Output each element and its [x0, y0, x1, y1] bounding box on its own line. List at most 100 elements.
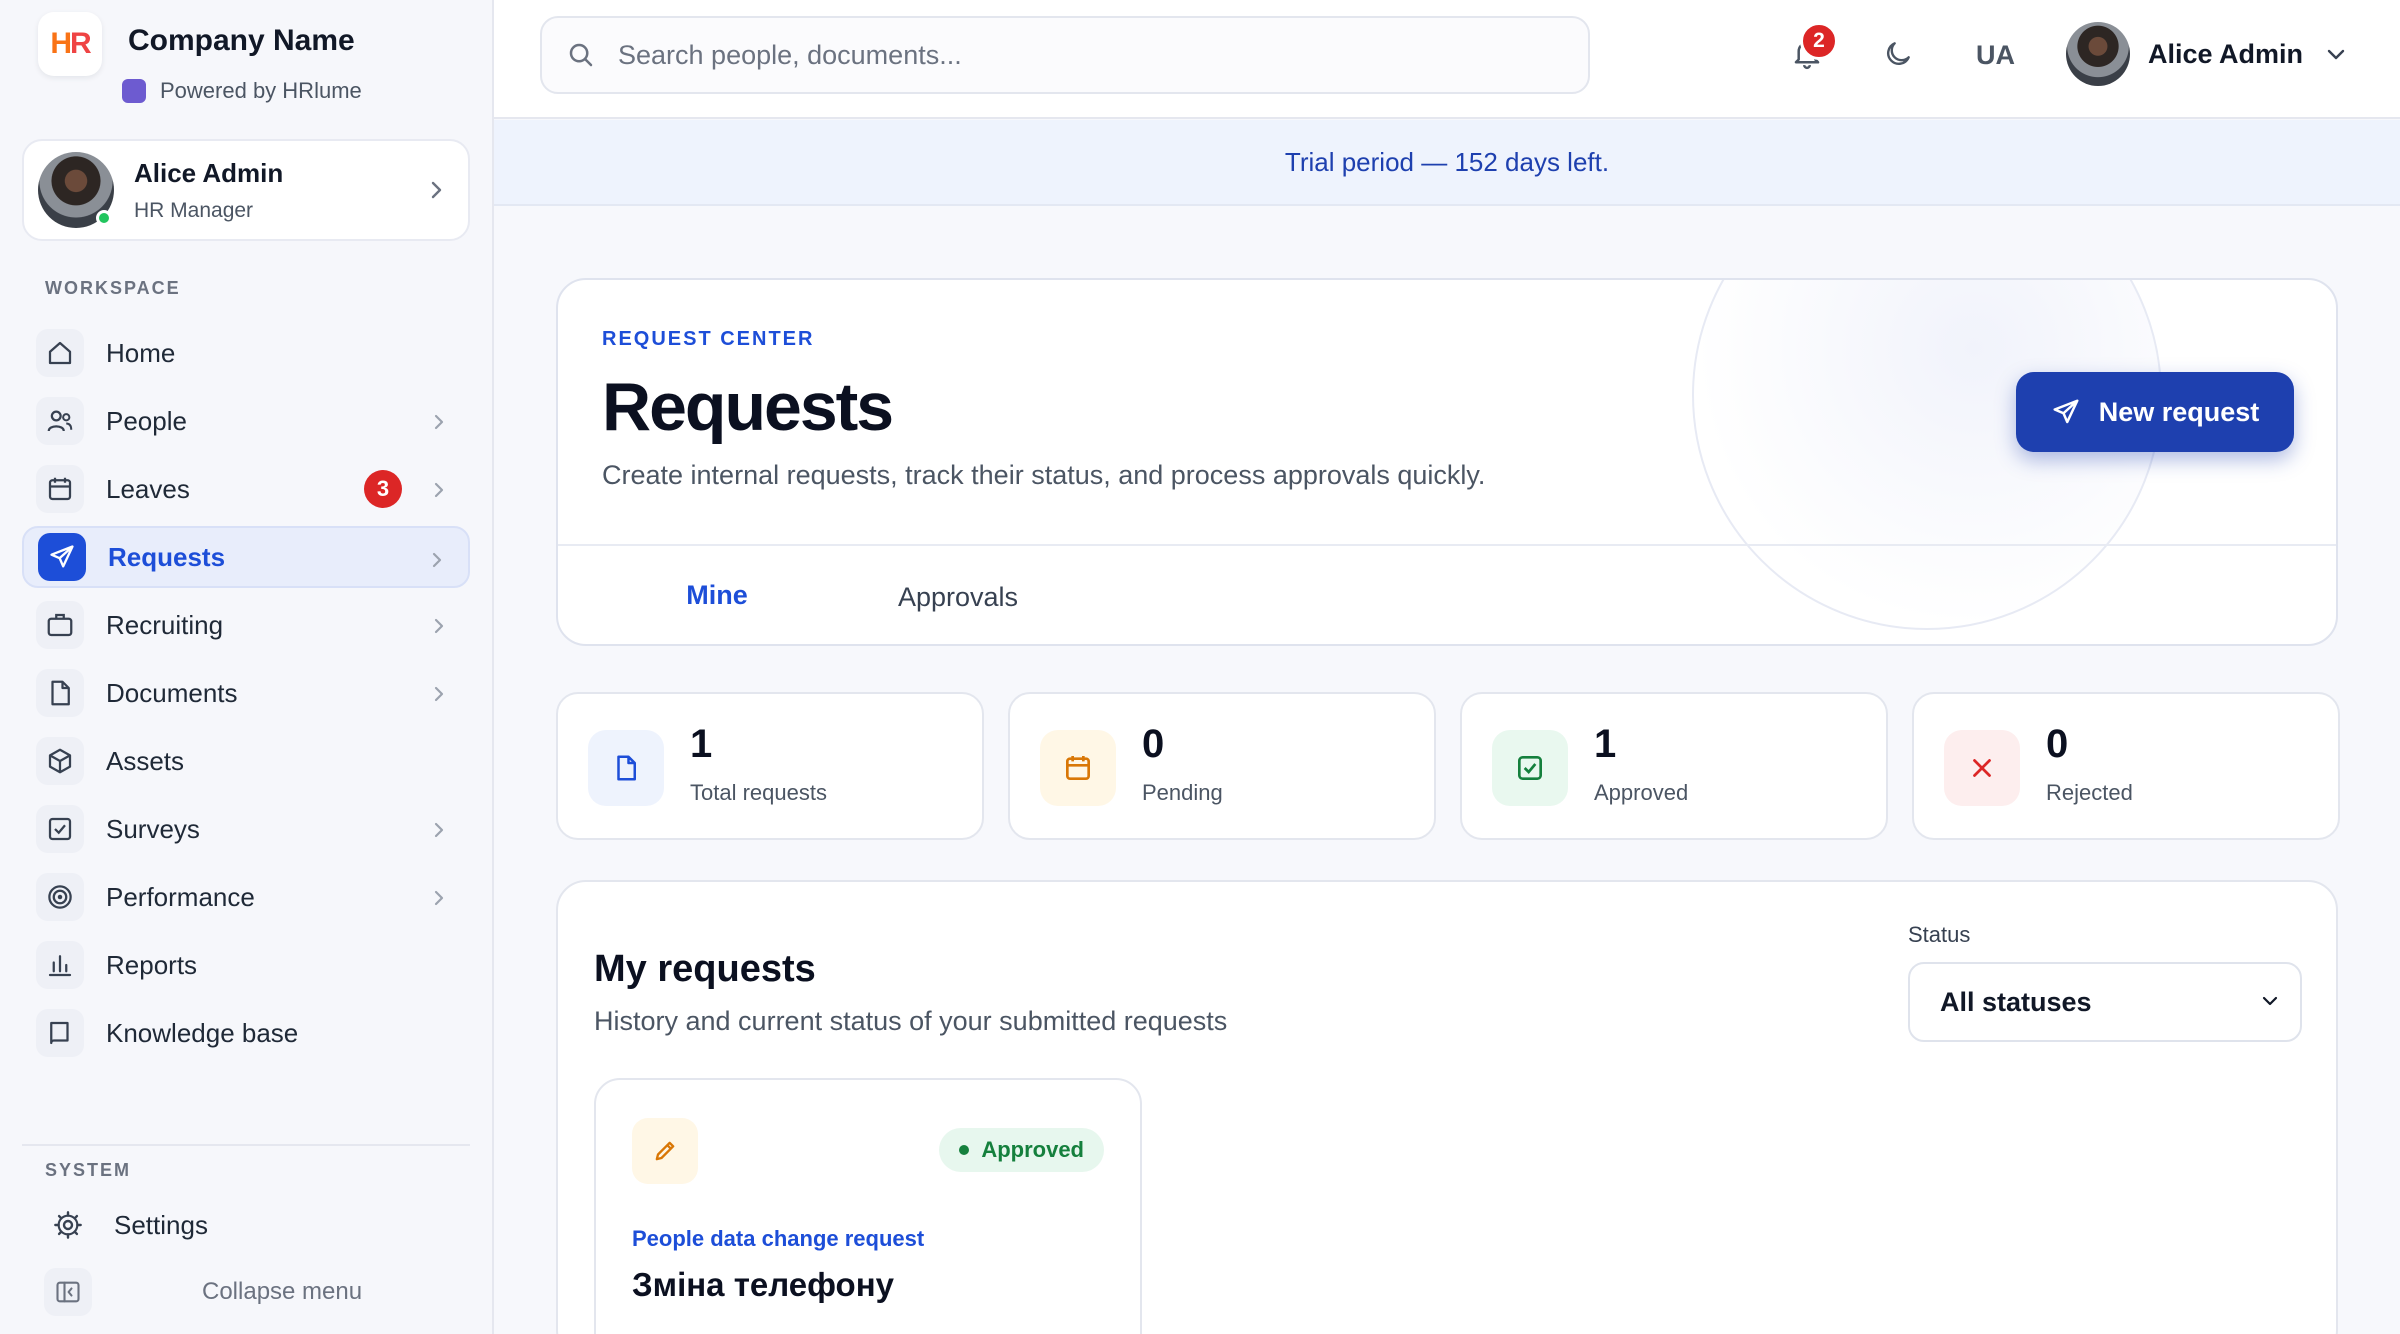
send-icon	[38, 533, 86, 581]
my-requests-panel: My requests History and current status o…	[556, 880, 2338, 1334]
dark-mode-toggle-icon[interactable]	[1882, 38, 1914, 70]
sidebar-collapse-icon	[44, 1268, 92, 1316]
chevron-right-icon	[434, 618, 444, 634]
briefcase-icon	[36, 601, 84, 649]
company-name: Company Name	[128, 24, 355, 57]
collapse-menu-button[interactable]: Collapse menu	[44, 1268, 362, 1316]
stat-value: 1	[690, 722, 713, 766]
gear-icon	[44, 1201, 92, 1249]
sidebar-item-reports[interactable]: Reports	[22, 934, 470, 996]
my-requests-subtitle: History and current status of your submi…	[594, 1006, 1228, 1036]
request-card[interactable]: Approved People data change request Змін…	[594, 1078, 1142, 1334]
bar-chart-icon	[36, 941, 84, 989]
send-icon	[2053, 399, 2079, 424]
request-center-card: REQUEST CENTER Requests Create internal …	[556, 278, 2338, 646]
company-logo: HR	[38, 12, 102, 76]
stat-label: Total requests	[690, 780, 827, 805]
checkbox-icon	[36, 805, 84, 853]
user-menu[interactable]: Alice Admin	[2066, 22, 2347, 86]
home-icon	[36, 329, 84, 377]
stat-label: Pending	[1142, 780, 1223, 805]
chevron-right-icon	[432, 552, 442, 568]
sidebar-item-home[interactable]: Home	[22, 322, 470, 384]
chevron-right-icon	[434, 890, 444, 906]
stat-pending: 0 Pending	[1008, 692, 1436, 840]
leaves-count-badge: 3	[364, 470, 402, 508]
chevron-right-icon	[431, 181, 442, 199]
tab-mine[interactable]: Mine	[604, 546, 830, 644]
search-box[interactable]	[540, 16, 1590, 94]
stat-value: 0	[2046, 722, 2069, 766]
chevron-down-icon	[2262, 996, 2278, 1006]
stat-approved: 1 Approved	[1460, 692, 1888, 840]
request-center-label: REQUEST CENTER	[602, 328, 815, 350]
system-divider	[22, 1144, 470, 1146]
sidebar-item-performance[interactable]: Performance	[22, 866, 470, 928]
x-icon	[1944, 730, 2020, 806]
sidebar-item-requests[interactable]: Requests	[22, 526, 470, 588]
chevron-down-icon	[2327, 49, 2345, 60]
people-icon	[36, 397, 84, 445]
sidebar-item-people[interactable]: People	[22, 390, 470, 452]
brand[interactable]: HR Company Name Powered by HRlume	[38, 12, 362, 104]
chevron-right-icon	[434, 482, 444, 498]
sidebar-item-settings[interactable]: Settings	[30, 1194, 478, 1256]
tab-approvals[interactable]: Approvals	[858, 546, 1058, 644]
hrlume-logo-icon	[122, 79, 146, 103]
book-icon	[36, 1009, 84, 1057]
system-nav: Settings	[30, 1194, 478, 1262]
sidebar-nav: Home People Leaves 3 Requests Recruiting…	[22, 322, 470, 1070]
notifications-badge: 2	[1800, 22, 1838, 60]
calendar-icon	[1040, 730, 1116, 806]
user-role: HR Manager	[134, 198, 254, 222]
check-square-icon	[1492, 730, 1568, 806]
avatar	[2066, 22, 2130, 86]
chevron-right-icon	[434, 822, 444, 838]
stat-value: 1	[1594, 722, 1617, 766]
sidebar-item-leaves[interactable]: Leaves 3	[22, 458, 470, 520]
online-status-dot	[96, 210, 112, 226]
trial-banner: Trial period — 152 days left.	[494, 120, 2400, 206]
chevron-right-icon	[434, 686, 444, 702]
stat-label: Approved	[1594, 780, 1689, 805]
sidebar: HR Company Name Powered by HRlume Alice …	[0, 0, 494, 1334]
top-user-name: Alice Admin	[2148, 38, 2304, 69]
search-input[interactable]	[618, 39, 1518, 71]
page-title: Requests	[602, 369, 894, 445]
target-icon	[36, 873, 84, 921]
user-name: Alice Admin	[134, 157, 284, 188]
sidebar-item-assets[interactable]: Assets	[22, 730, 470, 792]
my-requests-title: My requests	[594, 948, 816, 990]
request-category: People data change request	[632, 1226, 925, 1251]
stat-label: Rejected	[2046, 780, 2133, 805]
powered-by: Powered by HRlume	[122, 78, 362, 104]
calendar-icon	[36, 465, 84, 513]
document-icon	[36, 669, 84, 717]
request-tabs: Mine Approvals	[558, 544, 2336, 644]
stat-value: 0	[1142, 722, 1165, 766]
sidebar-item-documents[interactable]: Documents	[22, 662, 470, 724]
status-filter-select[interactable]: All statuses	[1908, 962, 2302, 1042]
avatar	[38, 152, 114, 228]
chevron-right-icon	[434, 414, 444, 430]
status-filter-label: Status	[1908, 922, 1971, 947]
language-switcher[interactable]: UA	[1976, 40, 2015, 71]
status-badge: Approved	[939, 1128, 1104, 1172]
new-request-button[interactable]: New request	[2016, 372, 2294, 452]
status-dot	[959, 1145, 970, 1155]
search-icon	[569, 43, 593, 67]
cube-icon	[36, 737, 84, 785]
sidebar-item-surveys[interactable]: Surveys	[22, 798, 470, 860]
document-icon	[588, 730, 664, 806]
sidebar-item-knowledge-base[interactable]: Knowledge base	[22, 1002, 470, 1064]
stat-rejected: 0 Rejected	[1912, 692, 2340, 840]
notifications-button[interactable]: 2	[1790, 22, 1838, 77]
request-title: Зміна телефону	[632, 1266, 894, 1303]
system-section-label: SYSTEM	[45, 1160, 132, 1180]
sidebar-item-recruiting[interactable]: Recruiting	[22, 594, 470, 656]
pencil-icon	[632, 1118, 698, 1184]
workspace-section-label: WORKSPACE	[45, 278, 181, 298]
page-subtitle: Create internal requests, track their st…	[602, 460, 1486, 490]
user-profile-card[interactable]: Alice Admin HR Manager	[22, 139, 470, 241]
stat-total-requests: 1 Total requests	[556, 692, 984, 840]
